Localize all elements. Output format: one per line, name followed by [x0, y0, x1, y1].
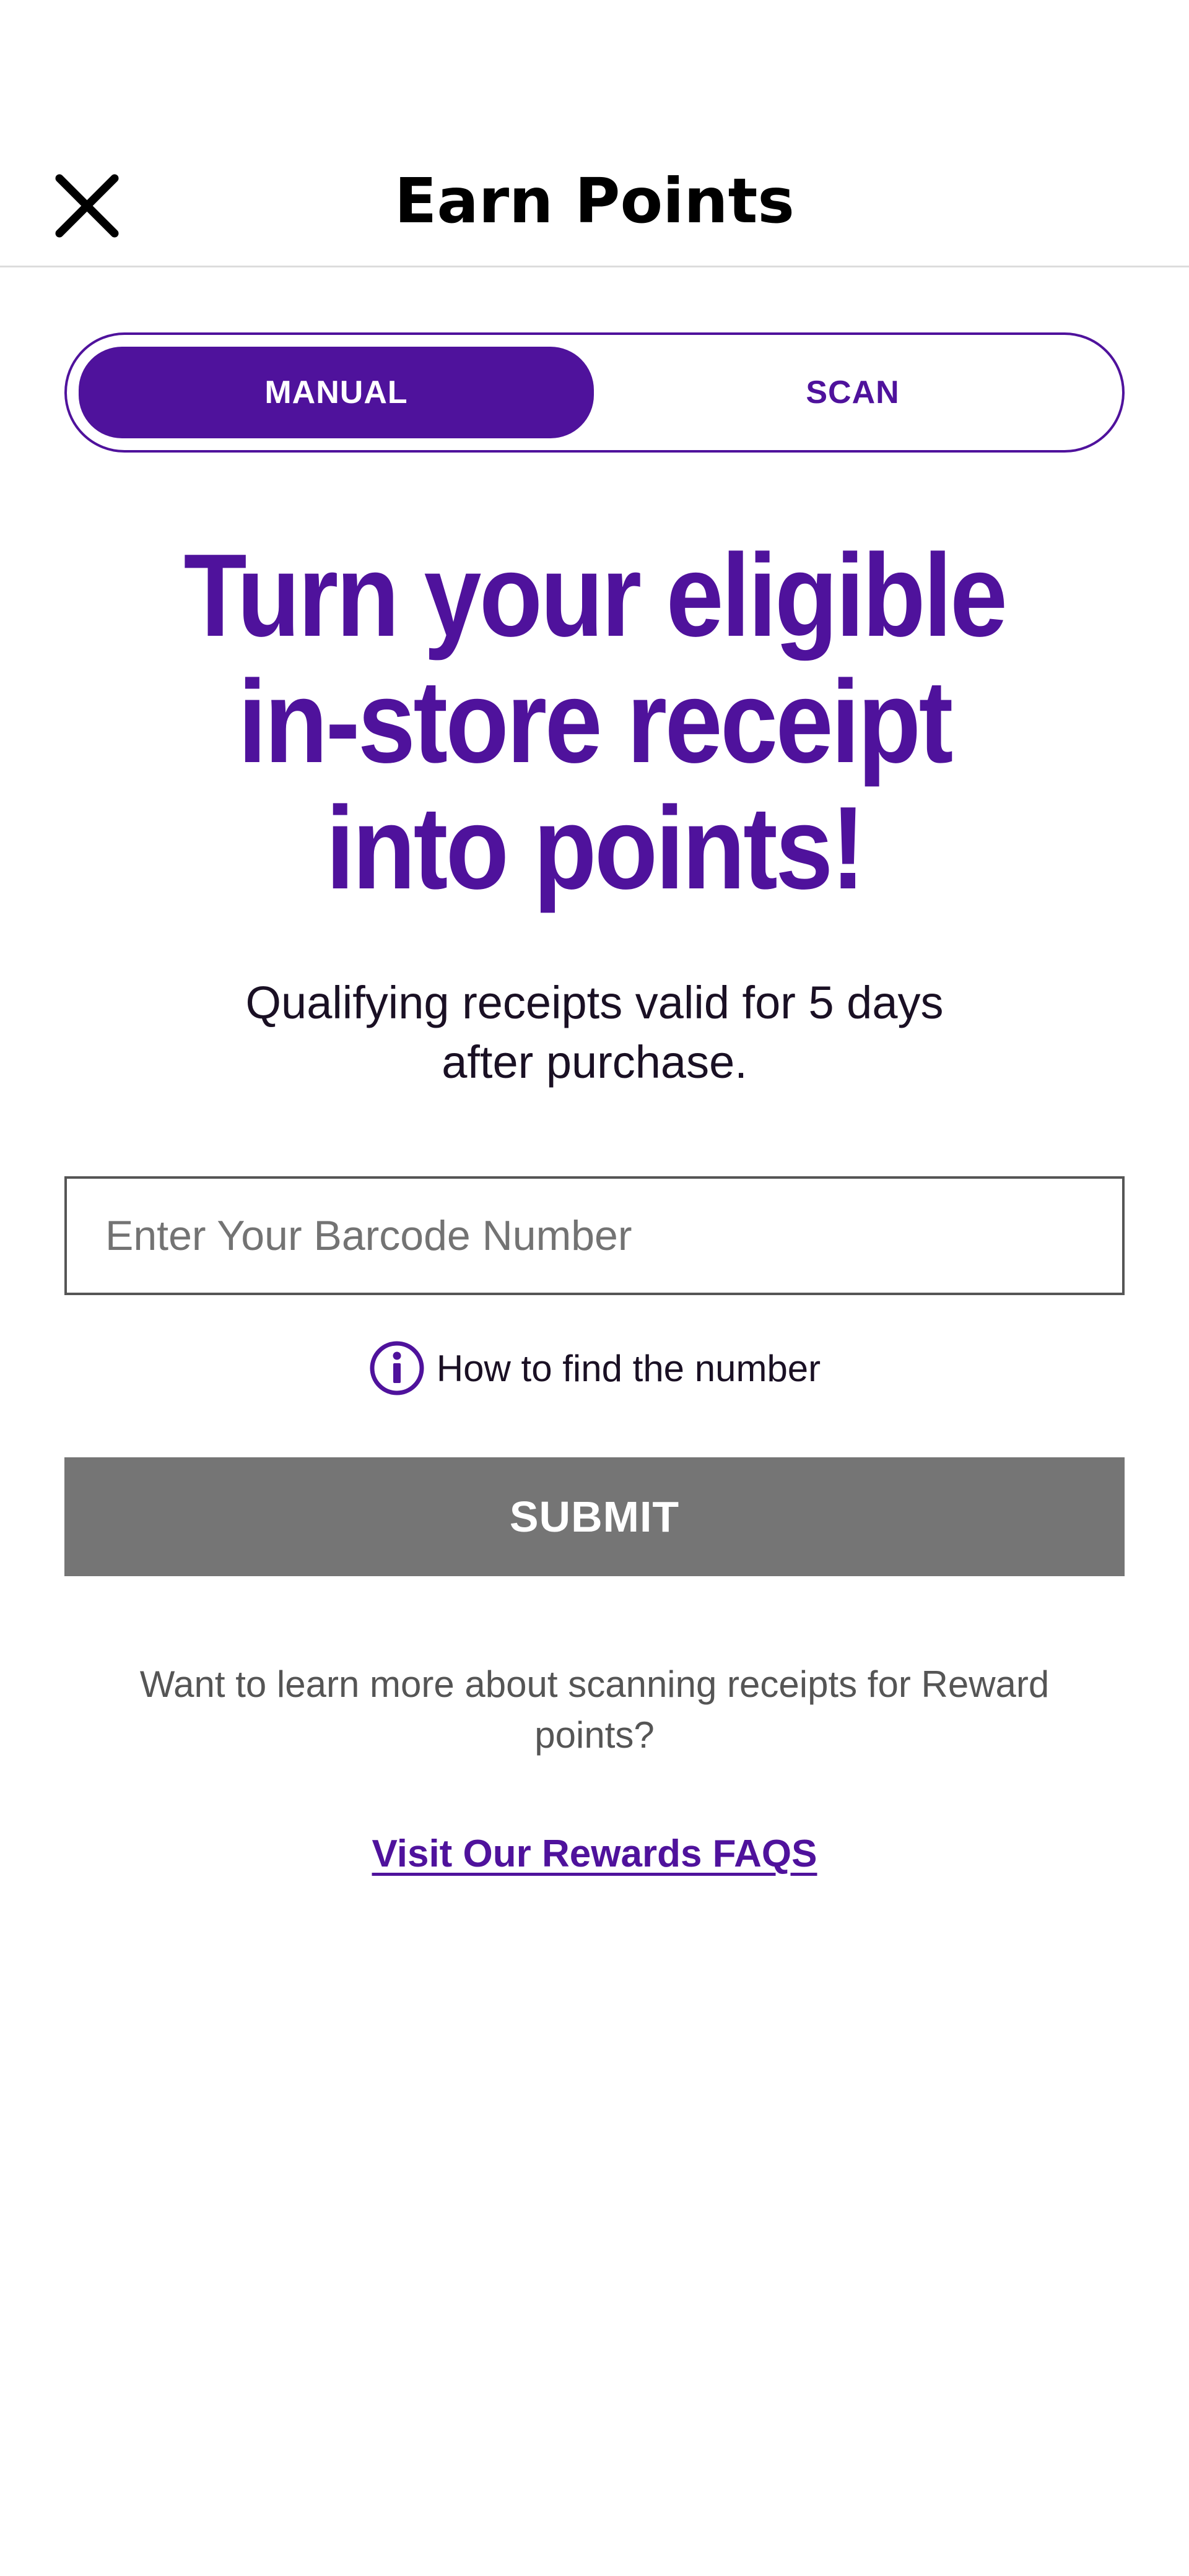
validity-note: Qualifying receipts valid for 5 days aft… [0, 973, 1189, 1092]
page-title: Earn Points [394, 165, 795, 237]
submit-button[interactable]: SUBMIT [64, 1457, 1125, 1576]
info-icon [370, 1341, 424, 1395]
rewards-faq-link[interactable]: Visit Our Rewards FAQS [0, 1826, 1189, 1882]
tab-manual[interactable]: MANUAL [79, 347, 594, 438]
how-to-find-number-label: How to find the number [436, 1347, 821, 1389]
learn-more-text: Want to learn more about scanning receip… [139, 1663, 1050, 1756]
hero-line: in-store receipt [238, 656, 953, 787]
hero-line: Turn your eligible [183, 530, 1008, 661]
how-to-find-number-link[interactable]: How to find the number [0, 1337, 1189, 1399]
validity-note-line: Qualifying receipts valid for 5 days [245, 977, 944, 1028]
hero-line: into points! [326, 783, 865, 914]
header-bar: Earn Points [0, 0, 1189, 267]
tab-scan[interactable]: SCAN [595, 347, 1110, 438]
mode-toggle: MANUAL SCAN [64, 332, 1125, 453]
hero-heading: Turn your eligible in-store receipt into… [71, 532, 1118, 911]
validity-note-line: after purchase. [442, 1036, 747, 1088]
barcode-input[interactable] [64, 1176, 1125, 1295]
